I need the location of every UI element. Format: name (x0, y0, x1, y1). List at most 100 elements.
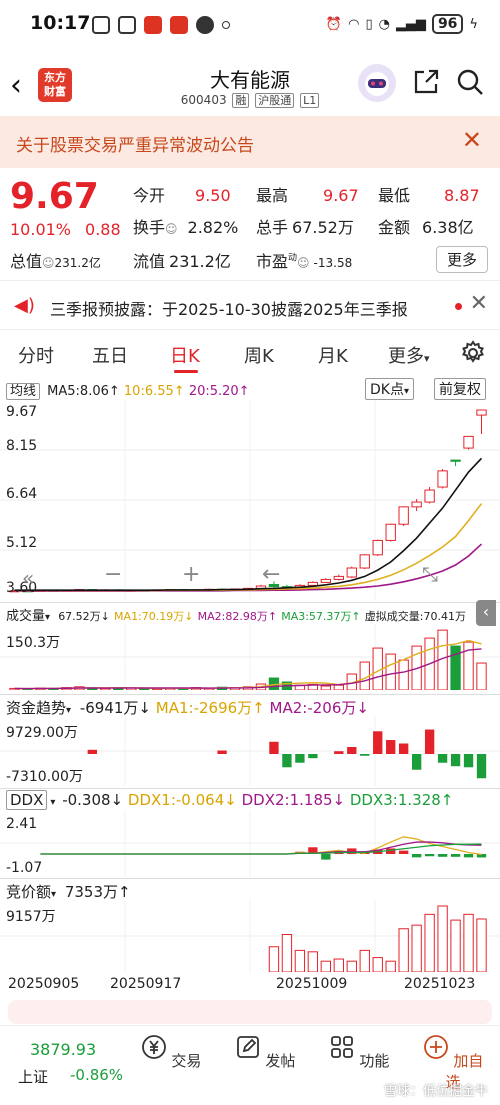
zoom-out-icon[interactable]: − (104, 562, 122, 587)
ddx-bar (450, 854, 461, 857)
dk-label: DK点 (370, 382, 404, 398)
info-icon[interactable]: ☺ (297, 256, 310, 270)
volume-bar (320, 685, 332, 690)
info-icon[interactable]: ☺ (165, 222, 178, 236)
mktcap-field: 总值☺231.2亿 (10, 248, 101, 272)
more-button[interactable]: 更多 (435, 246, 488, 273)
fund-bar (411, 754, 422, 770)
volume-bar (398, 659, 409, 690)
dk-point-selector[interactable]: DK点▾ (365, 378, 414, 400)
tab-timeshare[interactable]: 分时 (18, 342, 54, 368)
function-label: 功能 (359, 1052, 390, 1070)
fund-bar (347, 747, 357, 754)
tab-weekly-k[interactable]: 周K (244, 342, 274, 368)
announcement-bar[interactable]: ◀) 三季报预披露：于2025-10-30披露2025年三季报 ✕ (0, 280, 500, 330)
auction-bar (385, 960, 396, 972)
auction-bar (359, 949, 370, 972)
fund-bar (87, 749, 97, 754)
function-button[interactable]: 功能 (324, 1034, 394, 1071)
assistant-avatar[interactable] (358, 64, 396, 102)
app-notify-icon (144, 16, 162, 34)
ma10-value: 10:6.55↑ (123, 384, 185, 399)
close-icon[interactable]: ✕ (462, 126, 482, 154)
volume-chart[interactable] (0, 624, 500, 690)
volume-y-label: 150.3万 (6, 635, 61, 651)
post-button[interactable]: 发帖 (230, 1034, 300, 1071)
index-name[interactable]: 上证 (18, 1066, 48, 1087)
turnover-label: 换手 (133, 218, 166, 237)
system-icons: ⏰ ◠ ▯ ◔ ▂▄▆ 96 ϟ (326, 14, 478, 34)
fund-label[interactable]: 资金趋势 (6, 699, 66, 717)
candle-body (346, 567, 357, 578)
float-label: 流值 (133, 252, 166, 271)
volume-header: 成交量▾ 67.52万↓ MA1:70.19万↓ MA2:82.98万↑ MA3… (0, 602, 500, 624)
auction-bar (476, 918, 487, 972)
ddx-bar (437, 854, 448, 857)
ddx-value: -0.308↓ (62, 791, 124, 809)
auction-label[interactable]: 竞价额 (6, 883, 51, 901)
volume-ma-line (14, 639, 482, 690)
vibrate-icon: ▯ (365, 16, 373, 32)
candle-body (476, 409, 487, 416)
tab-more[interactable]: 更多▾ (388, 342, 430, 368)
fund-bar (450, 754, 461, 767)
volume-bar (152, 688, 163, 690)
ma5-line (14, 457, 483, 592)
volume-value: 67.52万↓ (58, 610, 110, 623)
index-change[interactable]: -0.86% (70, 1066, 123, 1084)
volume-bar (385, 653, 396, 690)
tab-monthly-k[interactable]: 月K (318, 342, 348, 368)
quote-panel: 9.67 10.01% 0.88 今开 9.50 最高 9.67 最低 8.87 换手☺… (0, 170, 500, 278)
ddx-label[interactable]: DDX (6, 790, 48, 810)
caret-down-icon: ▾ (66, 705, 72, 716)
fund-ma1: MA1:-2696万↑ (155, 699, 265, 717)
close-icon[interactable]: ✕ (470, 291, 488, 316)
fund-value: -6941万↓ (79, 699, 151, 717)
notice-bar[interactable]: 关于股票交易严重异常波动公告 ✕ (0, 116, 500, 168)
status-bar: 10:17 ⏰ ◠ ▯ ◔ ▂▄▆ 96 ϟ (0, 0, 500, 50)
search-icon[interactable] (456, 68, 484, 96)
gear-icon[interactable] (460, 340, 486, 366)
candle-body (372, 539, 383, 556)
ma-toggle[interactable]: 均线 (6, 383, 41, 400)
tab-five-day[interactable]: 五日 (92, 342, 128, 368)
announcement-text[interactable]: 三季报预披露：于2025-10-30披露2025年三季报 (50, 296, 408, 320)
ddx-bar (424, 854, 435, 857)
title-bar: ‹ 东方 财富 大有能源 600403 融 沪股通 L1 (0, 52, 500, 114)
amount-label: 金额 (378, 218, 411, 237)
auction-bar (437, 905, 448, 972)
candle-body (411, 501, 422, 508)
fund-bar (308, 754, 318, 759)
virtual-volume: 虚拟成交量:70.41万 (364, 610, 466, 623)
turnover-field: 换手☺ 2.82% (133, 214, 238, 238)
index-value[interactable]: 3879.93 (30, 1040, 96, 1059)
y-axis-label: 9.67 (6, 404, 38, 420)
ma-header: 均线 MA5:8.06↑ 10:6.55↑ 20:5.20↑ (0, 380, 500, 400)
auction-bar (411, 924, 422, 972)
trade-button[interactable]: 交易 (136, 1034, 206, 1071)
adjust-selector[interactable]: 前复权 (434, 378, 486, 400)
auction-bar (333, 958, 344, 972)
high-field: 最高 9.67 (256, 182, 359, 206)
ddx-chart[interactable] (0, 810, 500, 876)
auction-bar (281, 934, 293, 972)
notice-text[interactable]: 关于股票交易严重异常波动公告 (16, 131, 254, 156)
level-tag: L1 (300, 93, 320, 108)
collapse-side-icon[interactable]: ‹ (476, 600, 496, 626)
move-icon[interactable]: ← (262, 562, 280, 587)
fund-y-bottom: -7310.00万 (6, 769, 83, 785)
auction-chart[interactable] (0, 900, 500, 972)
notification-icons (92, 16, 230, 34)
volume-label[interactable]: 成交量 (6, 609, 45, 624)
tab-daily-k[interactable]: 日K (170, 342, 200, 368)
scroll-left-icon[interactable]: « (22, 566, 34, 590)
caret-down-icon: ▾ (45, 612, 51, 623)
zoom-in-icon[interactable]: + (182, 562, 200, 587)
volume-ma1: MA1:70.19万↓ (114, 610, 194, 623)
candle-body (385, 523, 396, 541)
expand-icon[interactable]: ⤡ (422, 562, 438, 586)
info-icon[interactable]: ☺ (42, 256, 55, 270)
amount-value: 6.38亿 (422, 218, 474, 237)
ddx-y-top: 2.41 (6, 816, 38, 832)
share-icon[interactable] (412, 68, 440, 96)
